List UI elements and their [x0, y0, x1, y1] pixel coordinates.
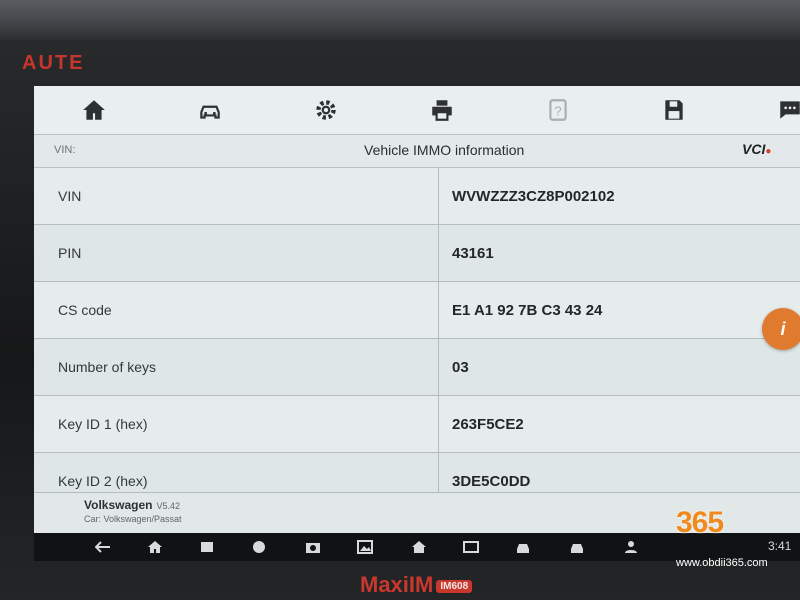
page-title: Vehicle IMMO information [364, 142, 525, 158]
row-label: VIN [34, 168, 439, 224]
device-brand-bottom: MaxiIM IM608 [360, 572, 473, 598]
nav-vehicle-home-button[interactable] [410, 539, 428, 555]
car-diagnose-icon [517, 544, 529, 553]
settings-icon [316, 100, 336, 120]
chat-icon [780, 101, 800, 119]
settings-button[interactable] [310, 94, 342, 126]
row-value: 43161 [452, 244, 494, 262]
recent-apps-icon [201, 542, 213, 552]
car-icon [571, 544, 583, 553]
table-row: Number of keys 03 [34, 339, 800, 396]
row-label: PIN [34, 225, 439, 281]
table-row: CS code E1 A1 92 7B C3 43 24 [34, 282, 800, 339]
nav-diagnose-button[interactable] [514, 539, 532, 555]
immo-info-table: VIN WVWZZZ3CZ8P002102 PIN 43161 CS code … [34, 168, 800, 510]
header-row: VIN: Vehicle IMMO information VCI● [34, 135, 800, 168]
nav-user-button[interactable] [622, 539, 640, 555]
table-row: Key ID 1 (hex) 263F5CE2 [34, 396, 800, 453]
device-model-tag: IM608 [436, 579, 473, 593]
vehicle-model: Car: Volkswagen/Passat [84, 514, 182, 524]
nav-camera-button[interactable] [304, 539, 322, 555]
toolbar: ? [34, 86, 800, 135]
vehicle-make-label: Volkswagen [84, 498, 153, 512]
nav-screenshot-button[interactable] [356, 539, 374, 555]
device-top-edge [0, 0, 800, 40]
device-brand-top: AUTE [22, 52, 85, 74]
home-button[interactable] [78, 94, 110, 126]
watermark-url: www.obdii365.com [676, 557, 768, 569]
nav-home-button[interactable] [146, 539, 164, 555]
vci-status-dot-icon: ● [765, 146, 772, 157]
nav-vci-button[interactable] [462, 539, 480, 555]
svg-text:?: ? [554, 103, 561, 118]
help-button[interactable]: ? [542, 94, 574, 126]
home-icon [412, 541, 426, 553]
nav-recent-button[interactable] [198, 539, 216, 555]
nav-car-button[interactable] [568, 539, 586, 555]
row-label: Number of keys [34, 339, 439, 395]
browser-icon [253, 541, 265, 553]
watermark-logo: 365 [676, 506, 724, 539]
status-time: 3:41 [768, 539, 792, 553]
user-icon [625, 541, 637, 553]
vci-icon [463, 541, 479, 553]
nav-browser-button[interactable] [250, 539, 268, 555]
camera-icon [306, 543, 320, 553]
device-model-name: MaxiIM [360, 572, 434, 597]
vci-label: VCI [742, 141, 766, 157]
row-value: WVWZZZ3CZ8P002102 [452, 187, 615, 205]
vehicle-swap-button[interactable] [194, 94, 226, 126]
row-value: 03 [452, 358, 469, 376]
save-icon [665, 100, 683, 120]
row-value: 263F5CE2 [452, 415, 524, 433]
screen: ? VIN: Vehicle IMMO information VCI● VIN… [34, 86, 800, 533]
table-row: VIN WVWZZZ3CZ8P002102 [34, 168, 800, 225]
info-button[interactable]: i [762, 308, 800, 350]
screenshot-icon [357, 540, 373, 554]
table-row: PIN 43161 [34, 225, 800, 282]
print-button[interactable] [426, 94, 458, 126]
vehicle-icon [200, 105, 220, 119]
row-label: CS code [34, 282, 439, 338]
vci-status-badge: VCI● [742, 141, 771, 157]
save-button[interactable] [658, 94, 690, 126]
back-arrow-icon [95, 541, 110, 553]
home-icon [148, 541, 162, 553]
print-icon [432, 100, 452, 121]
chat-button[interactable] [774, 94, 800, 126]
info-icon: i [780, 318, 786, 339]
header-vin-label: VIN: [54, 144, 76, 156]
help-icon: ? [549, 99, 567, 121]
row-value: E1 A1 92 7B C3 43 24 [452, 301, 603, 319]
nav-back-button[interactable] [94, 539, 112, 555]
software-version: V5.42 [156, 501, 180, 511]
row-label: Key ID 1 (hex) [34, 396, 439, 452]
home-icon [83, 100, 105, 120]
vehicle-make: Volkswagen V5.42 [84, 498, 180, 512]
